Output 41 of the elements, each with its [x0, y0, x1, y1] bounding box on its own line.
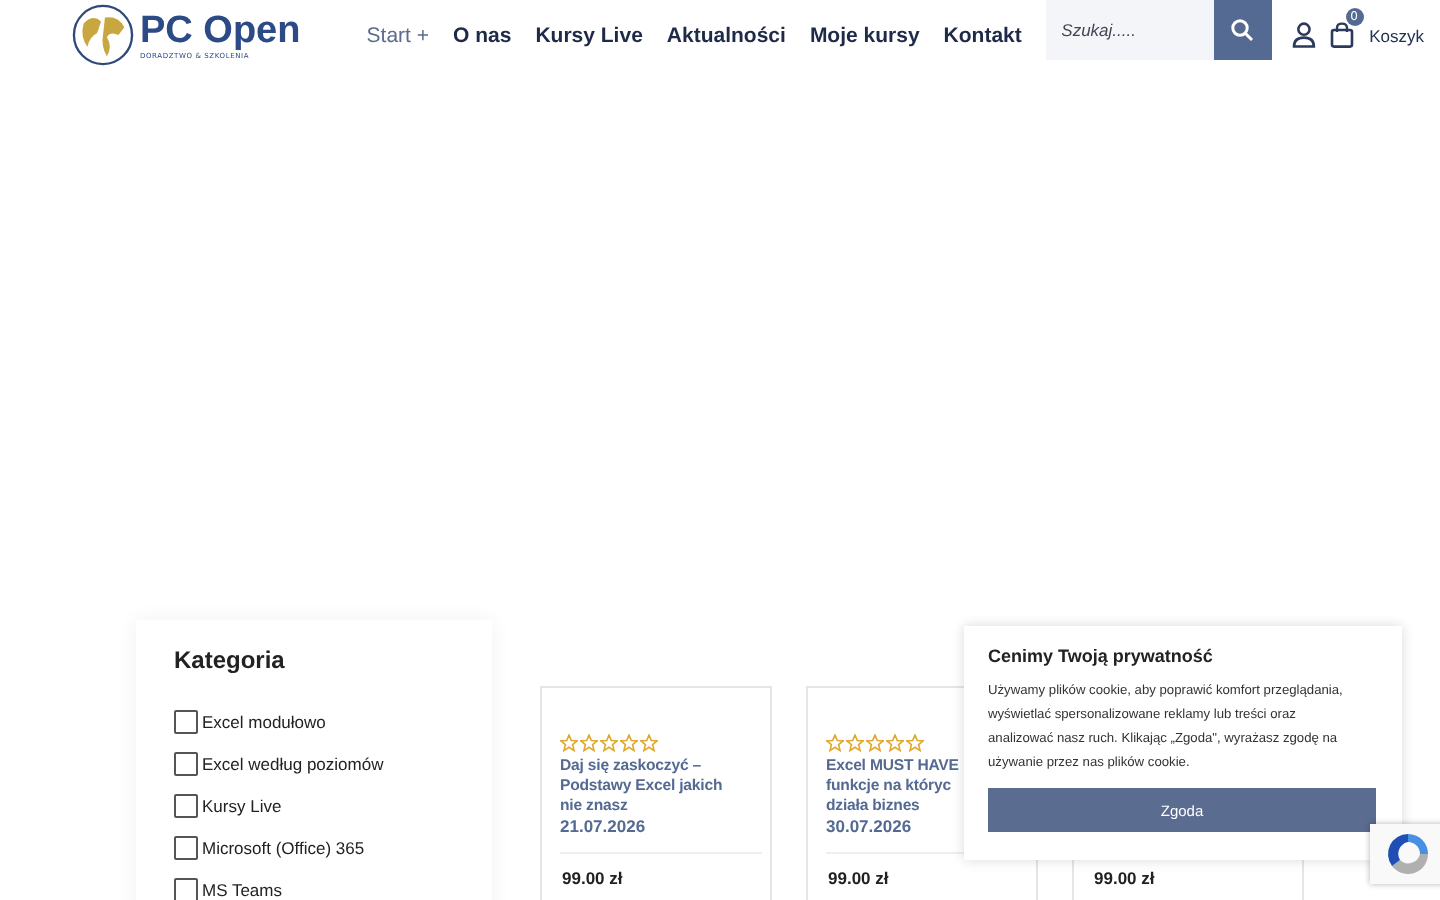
checkbox[interactable]: [174, 751, 198, 775]
category-label[interactable]: MS Teams: [202, 879, 282, 899]
category-title: Kategoria: [174, 646, 287, 674]
category-label[interactable]: Kursy Live: [202, 795, 282, 815]
nav-link[interactable]: Aktualności: [666, 23, 786, 47]
star-icon: [846, 734, 864, 752]
checkbox[interactable]: [174, 877, 198, 900]
product-price: 99.00 zł: [562, 868, 623, 888]
search-button[interactable]: [1213, 0, 1272, 60]
search-field[interactable]: Szukaj.....: [1045, 0, 1214, 60]
nav-link[interactable]: Kontakt: [943, 23, 1022, 47]
recaptcha-badge[interactable]: [1370, 824, 1440, 884]
star-icon: [640, 734, 658, 752]
cookie-title: Cenimy Twoją prywatność: [988, 646, 1215, 666]
nav-link[interactable]: Start +: [366, 23, 430, 47]
cart-link[interactable]: Koszyk: [1369, 25, 1424, 45]
recaptcha-icon: [1382, 828, 1434, 880]
search-icon: [1230, 18, 1255, 42]
star-icon: [600, 734, 618, 752]
star-icon: [620, 734, 638, 752]
star-icon: [886, 734, 904, 752]
nav-link[interactable]: O nas: [453, 23, 512, 47]
star-icon: [580, 734, 598, 752]
logo-name: PC Open: [140, 11, 301, 51]
star-icon: [866, 734, 884, 752]
checkbox[interactable]: [174, 793, 198, 817]
product-price: 99.00 zł: [1094, 868, 1155, 888]
category-label[interactable]: Excel modułowo: [202, 711, 326, 731]
star-icon: [906, 734, 924, 752]
nav-link[interactable]: Kursy Live: [535, 23, 643, 47]
shopping-bag-icon[interactable]: [1329, 22, 1354, 48]
product-date: 21.07.2026: [560, 816, 762, 854]
category-label[interactable]: Microsoft (Office) 365: [202, 837, 365, 857]
star-icon: [826, 734, 844, 752]
user-icon[interactable]: [1291, 22, 1316, 48]
nav-link[interactable]: Moje kursy: [809, 23, 920, 47]
category-label[interactable]: Excel według poziomów: [202, 753, 384, 773]
star-icon: [560, 734, 578, 752]
checkbox[interactable]: [174, 709, 198, 733]
checkbox[interactable]: [174, 835, 198, 859]
product-price: 99.00 zł: [828, 868, 889, 888]
